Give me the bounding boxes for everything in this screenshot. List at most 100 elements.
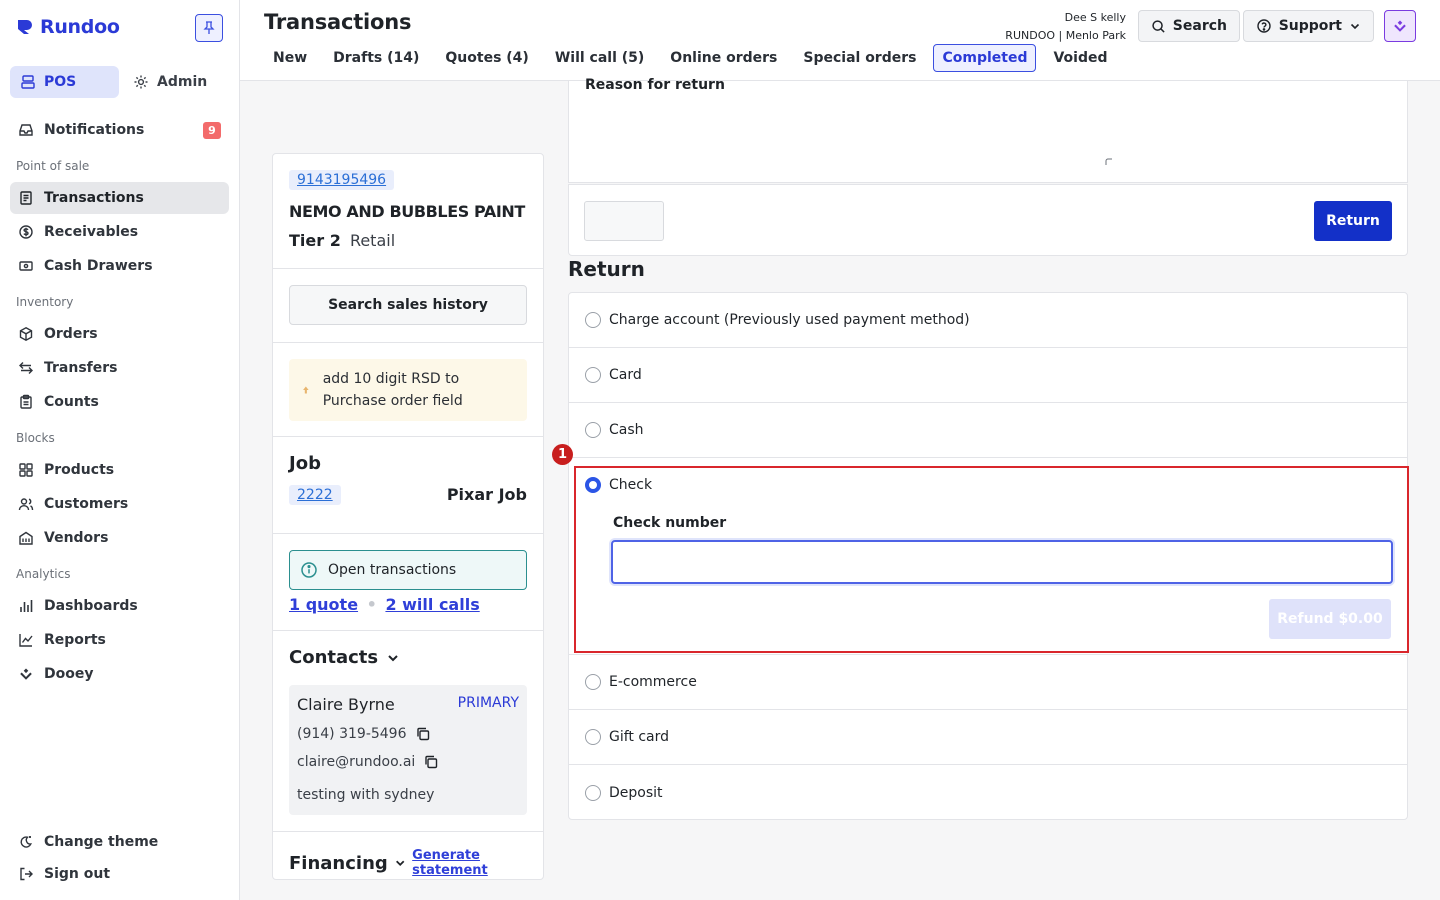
dollar-circle-icon	[19, 225, 33, 239]
sidebar-item-notifications[interactable]: Notifications 9	[10, 114, 229, 146]
reason-for-return-card: Reason for return	[568, 77, 1408, 183]
copy-icon[interactable]	[423, 754, 439, 770]
sidebar-item-label: Customers	[44, 496, 129, 512]
search-sales-history-button[interactable]: Search sales history	[289, 285, 527, 325]
sidebar-item-label: Counts	[44, 394, 99, 410]
tab-drafts[interactable]: Drafts (14)	[324, 44, 428, 72]
refund-option-label: E-commerce	[609, 674, 697, 690]
user-name: Dee S kelly	[1064, 11, 1126, 24]
contacts-toggle[interactable]: Contacts	[289, 647, 400, 668]
radio-button[interactable]	[585, 784, 601, 801]
search-button[interactable]: Search	[1137, 10, 1240, 42]
refund-option-cash[interactable]: Cash	[569, 403, 1407, 458]
refund-option-gift-card[interactable]: Gift card	[569, 710, 1407, 765]
contact-email: claire@rundoo.ai	[297, 754, 416, 770]
generate-statement-link[interactable]: Generate statement	[412, 848, 543, 878]
user-store-info: Dee S kelly RUNDOO | Menlo Park	[1005, 9, 1126, 45]
radio-button[interactable]	[585, 422, 601, 438]
sign-out-button[interactable]: Sign out	[10, 858, 229, 890]
return-section-title: Return	[568, 257, 645, 281]
sidebar-item-label: Sign out	[44, 866, 111, 882]
job-id[interactable]: 2222	[289, 485, 341, 505]
support-button[interactable]: Support	[1242, 10, 1374, 42]
help-circle-icon	[1256, 19, 1271, 33]
sidebar-item-counts[interactable]: Counts	[10, 386, 229, 418]
avatar[interactable]	[1384, 10, 1416, 42]
sidebar-item-transfers[interactable]: Transfers	[10, 352, 229, 384]
mode-pos[interactable]: POS	[10, 66, 119, 98]
receipt-icon	[20, 191, 32, 205]
financing-section: Financing Generate statement	[273, 832, 543, 879]
tab-quotes[interactable]: Quotes (4)	[436, 44, 537, 72]
sidebar-item-label: Vendors	[44, 530, 109, 546]
tab-voided[interactable]: Voided	[1044, 44, 1116, 72]
sidebar-item-label: Dooey	[44, 666, 94, 682]
store-name: RUNDOO | Menlo Park	[1005, 29, 1126, 42]
sidebar-item-transactions[interactable]: Transactions	[10, 182, 229, 214]
tab-new[interactable]: New	[264, 44, 316, 72]
tab-completed[interactable]: Completed	[933, 44, 1037, 72]
sidebar-item-products[interactable]: Products	[10, 454, 229, 486]
reason-for-return-textarea[interactable]	[585, 101, 1391, 175]
resize-handle-icon	[1105, 158, 1112, 165]
box-icon	[19, 327, 33, 341]
sidebar-item-vendors[interactable]: Vendors	[10, 522, 229, 554]
radio-button[interactable]	[585, 729, 601, 745]
sidebar-item-label: Change theme	[44, 834, 159, 850]
sidebar: Rundoo POS Admin Notifications 9 Point o…	[0, 0, 240, 900]
section-label-blocks: Blocks	[16, 431, 55, 445]
info-icon	[301, 562, 317, 578]
customer-account-id[interactable]: 9143195496	[289, 170, 395, 190]
dooey-icon	[20, 668, 32, 680]
copy-icon[interactable]	[415, 726, 431, 742]
sidebar-item-reports[interactable]: Reports	[10, 624, 229, 656]
rundoo-logo[interactable]: Rundoo	[16, 16, 120, 38]
sidebar-item-customers[interactable]: Customers	[10, 488, 229, 520]
change-theme-button[interactable]: Change theme	[10, 826, 229, 858]
rundoo-logo-icon	[16, 18, 34, 36]
return-button[interactable]: Return	[1314, 201, 1392, 241]
tab-will-call[interactable]: Will call (5)	[546, 44, 653, 72]
clipboard-icon	[20, 394, 32, 409]
refund-option-ecommerce[interactable]: E-commerce	[569, 655, 1407, 710]
inbox-icon	[19, 124, 33, 136]
theme-icon	[20, 836, 32, 848]
pin-icon	[203, 21, 215, 34]
sidebar-item-dashboards[interactable]: Dashboards	[10, 590, 229, 622]
reason-for-return-label: Reason for return	[585, 77, 725, 93]
sidebar-item-label: Transactions	[44, 190, 144, 206]
gear-icon	[134, 75, 148, 89]
contact-name: Claire Byrne	[297, 695, 395, 714]
refund-option-charge-account[interactable]: Charge account (Previously used payment …	[569, 293, 1407, 348]
sidebar-item-orders[interactable]: Orders	[10, 318, 229, 350]
chevron-down-icon[interactable]	[394, 856, 406, 870]
pin-sidebar-button[interactable]	[195, 14, 223, 42]
sidebar-item-dooey[interactable]: Dooey	[10, 658, 229, 690]
customer-name: NEMO AND BUBBLES PAINT	[289, 202, 525, 221]
return-actions-card: Return	[568, 184, 1408, 256]
mode-admin[interactable]: Admin	[123, 66, 217, 98]
arrows-swap-icon	[19, 362, 33, 374]
sidebar-item-cash-drawers[interactable]: Cash Drawers	[10, 250, 229, 282]
support-button-label: Support	[1278, 18, 1342, 34]
will-calls-link[interactable]: 2 will calls	[385, 595, 479, 614]
sidebar-item-receivables[interactable]: Receivables	[10, 216, 229, 248]
quote-link[interactable]: 1 quote	[289, 595, 358, 614]
open-transactions-banner: Open transactions	[289, 550, 527, 590]
section-label-analytics: Analytics	[16, 567, 71, 581]
line-chart-icon	[19, 634, 33, 647]
refund-option-deposit[interactable]: Deposit	[569, 765, 1407, 820]
tab-special-orders[interactable]: Special orders	[794, 44, 925, 72]
customer-note-section: add 10 digit RSD to Purchase order field	[273, 343, 543, 437]
sidebar-item-label: Receivables	[44, 224, 139, 240]
customer-note-text: add 10 digit RSD to Purchase order field	[322, 371, 463, 409]
tab-online-orders[interactable]: Online orders	[661, 44, 786, 72]
radio-button[interactable]	[585, 312, 601, 328]
open-transactions-section: Open transactions 1 quote • 2 will calls	[273, 534, 543, 631]
radio-button[interactable]	[585, 367, 601, 383]
radio-button[interactable]	[585, 674, 601, 690]
brand-name: Rundoo	[40, 16, 120, 38]
refund-option-card[interactable]: Card	[569, 348, 1407, 403]
contacts-heading: Contacts	[289, 647, 379, 668]
secondary-action-button[interactable]	[584, 201, 664, 241]
